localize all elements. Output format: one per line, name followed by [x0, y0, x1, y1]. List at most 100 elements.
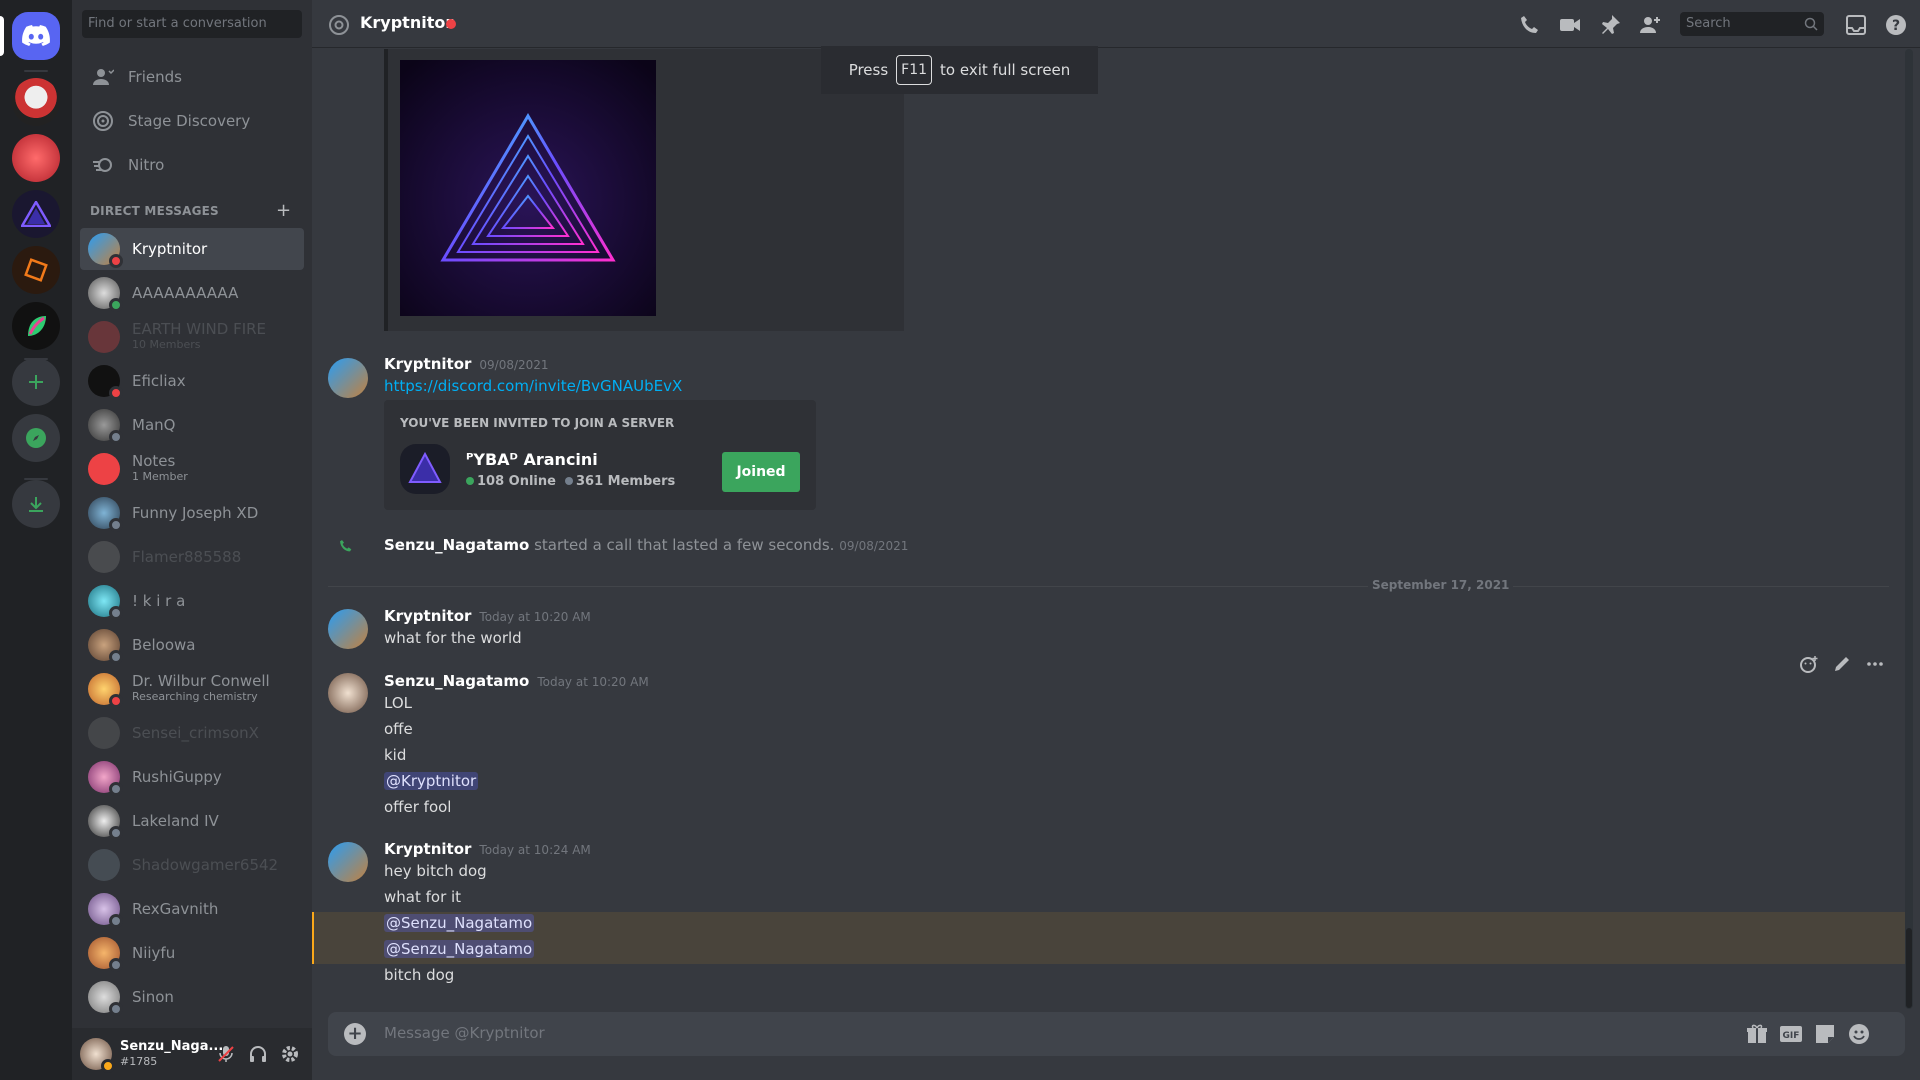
- dm-name: Notes: [132, 452, 176, 470]
- user-avatar[interactable]: [80, 1038, 115, 1073]
- server-icon-orange[interactable]: [12, 246, 60, 294]
- add-reaction-icon[interactable]: [1799, 654, 1819, 674]
- status-offline-icon: [109, 826, 123, 840]
- author-avatar[interactable]: [328, 842, 368, 882]
- inbox-icon[interactable]: [1844, 13, 1868, 37]
- status-dnd-icon: [109, 386, 123, 400]
- user-mention[interactable]: @Senzu_Nagatamo: [384, 914, 535, 932]
- dm-search-input[interactable]: Find or start a conversation: [82, 10, 302, 38]
- nav-friends[interactable]: Friends: [80, 56, 304, 98]
- nav-stage-discovery[interactable]: Stage Discovery: [80, 100, 304, 142]
- dm-item[interactable]: ! k i r a: [80, 580, 304, 622]
- hint-after: to exit full screen: [940, 61, 1071, 79]
- author-avatar[interactable]: [328, 673, 368, 713]
- author-name[interactable]: Kryptnitor: [384, 607, 471, 625]
- dm-name: Sinon: [132, 988, 174, 1006]
- server-rail: [0, 0, 72, 1080]
- dm-item[interactable]: Eficliax: [80, 360, 304, 402]
- create-dm-button[interactable]: +: [276, 200, 291, 221]
- author-name[interactable]: Senzu_Nagatamo: [384, 672, 529, 690]
- avatar: [88, 233, 123, 268]
- video-call-icon[interactable]: [1558, 13, 1582, 37]
- author-avatar[interactable]: [328, 358, 368, 398]
- invite-link[interactable]: https://discord.com/invite/BvGNAUbEvX: [384, 377, 682, 395]
- download-apps-button[interactable]: [12, 480, 60, 528]
- dm-item[interactable]: RushiGuppy: [80, 756, 304, 798]
- dm-item[interactable]: Sensei_crimsonX: [80, 712, 304, 754]
- author-avatar[interactable]: [328, 609, 368, 649]
- invite-header: YOU'VE BEEN INVITED TO JOIN A SERVER: [400, 416, 675, 430]
- dm-item[interactable]: AAAAAAAAAA: [80, 272, 304, 314]
- avatar: [88, 409, 123, 444]
- scrollbar-thumb[interactable]: [1906, 928, 1912, 1008]
- gif-icon[interactable]: GIF: [1779, 1022, 1803, 1046]
- settings-gear-icon[interactable]: [280, 1044, 300, 1064]
- hint-key: F11: [896, 55, 933, 85]
- neon-triangle-image[interactable]: [400, 60, 656, 316]
- message-composer[interactable]: + Message @Kryptnitor GIF: [328, 1012, 1905, 1056]
- server-icon-leaf[interactable]: [12, 302, 60, 350]
- message-text: kid: [384, 746, 407, 764]
- status-idle-icon: [101, 1059, 115, 1073]
- help-icon[interactable]: ?: [1884, 13, 1908, 37]
- add-server-button[interactable]: [12, 358, 60, 406]
- dm-name: Niiyfu: [132, 944, 176, 962]
- dm-item[interactable]: ManQ: [80, 404, 304, 446]
- dm-item[interactable]: Niiyfu: [80, 932, 304, 974]
- add-friend-icon[interactable]: [1638, 13, 1662, 37]
- dm-item[interactable]: Sinon: [80, 976, 304, 1018]
- emoji-icon[interactable]: [1847, 1022, 1871, 1046]
- dm-item[interactable]: Shadowgamer6542: [80, 844, 304, 886]
- search-icon: [1804, 17, 1818, 31]
- dm-item[interactable]: RexGavnith: [80, 888, 304, 930]
- dm-item[interactable]: Flamer885588: [80, 536, 304, 578]
- dm-item[interactable]: EARTH WIND FIRE 10 Members: [80, 316, 304, 358]
- dm-item[interactable]: Notes 1 Member: [80, 448, 304, 490]
- server-icon-aut[interactable]: [12, 78, 60, 126]
- server-icon-arancini[interactable]: [12, 190, 60, 238]
- top-search-input[interactable]: Search: [1680, 12, 1824, 36]
- status-dnd-icon: [109, 694, 123, 708]
- server-icon-yba[interactable]: [12, 134, 60, 182]
- mute-mic-icon[interactable]: [216, 1044, 236, 1064]
- dm-item[interactable]: Dr. Wilbur Conwell Researching chemistry: [80, 668, 304, 710]
- attach-plus-button[interactable]: +: [344, 1023, 366, 1045]
- user-mention[interactable]: @Kryptnitor: [384, 772, 479, 790]
- more-options-icon[interactable]: [1865, 654, 1885, 674]
- status-offline-icon: [109, 606, 123, 620]
- compass-icon: [26, 428, 46, 448]
- avatar: [88, 277, 123, 312]
- user-mention[interactable]: @Senzu_Nagatamo: [384, 940, 535, 958]
- voice-call-icon[interactable]: [1518, 13, 1542, 37]
- fullscreen-hint: Press F11 to exit full screen: [821, 46, 1098, 94]
- nitro-icon: [93, 158, 112, 172]
- scrollbar-track[interactable]: [1905, 49, 1913, 1009]
- avatar: [88, 893, 123, 928]
- sticker-icon[interactable]: [1813, 1022, 1837, 1046]
- edit-pencil-icon[interactable]: [1832, 654, 1852, 674]
- caller-name[interactable]: Senzu_Nagatamo: [384, 536, 529, 554]
- avatar: [88, 937, 123, 972]
- server-icon: [400, 444, 450, 494]
- dm-item[interactable]: Kryptnitor: [80, 228, 304, 270]
- joined-button[interactable]: Joined: [722, 452, 800, 492]
- author-name[interactable]: Kryptnitor: [384, 355, 471, 373]
- home-button[interactable]: [12, 12, 60, 60]
- message-text: offe: [384, 720, 413, 738]
- call-text: started a call that lasted a few seconds…: [534, 536, 835, 554]
- dm-item[interactable]: Lakeland IV: [80, 800, 304, 842]
- dm-item[interactable]: Beloowa: [80, 624, 304, 666]
- avatar: [88, 981, 123, 1016]
- plus-icon: [29, 375, 43, 389]
- dm-item[interactable]: Funny Joseph XD: [80, 492, 304, 534]
- message-header: Kryptnitor Today at 10:24 AM: [384, 840, 591, 858]
- avatar: [88, 497, 123, 532]
- author-name[interactable]: Kryptnitor: [384, 840, 471, 858]
- message-text: @Kryptnitor: [384, 772, 479, 790]
- gift-icon[interactable]: [1745, 1022, 1769, 1046]
- explore-servers-button[interactable]: [12, 414, 60, 462]
- discord-logo-icon: [22, 25, 50, 46]
- nav-nitro[interactable]: Nitro: [80, 144, 304, 186]
- headphones-icon[interactable]: [248, 1044, 268, 1064]
- pin-icon[interactable]: [1598, 13, 1622, 37]
